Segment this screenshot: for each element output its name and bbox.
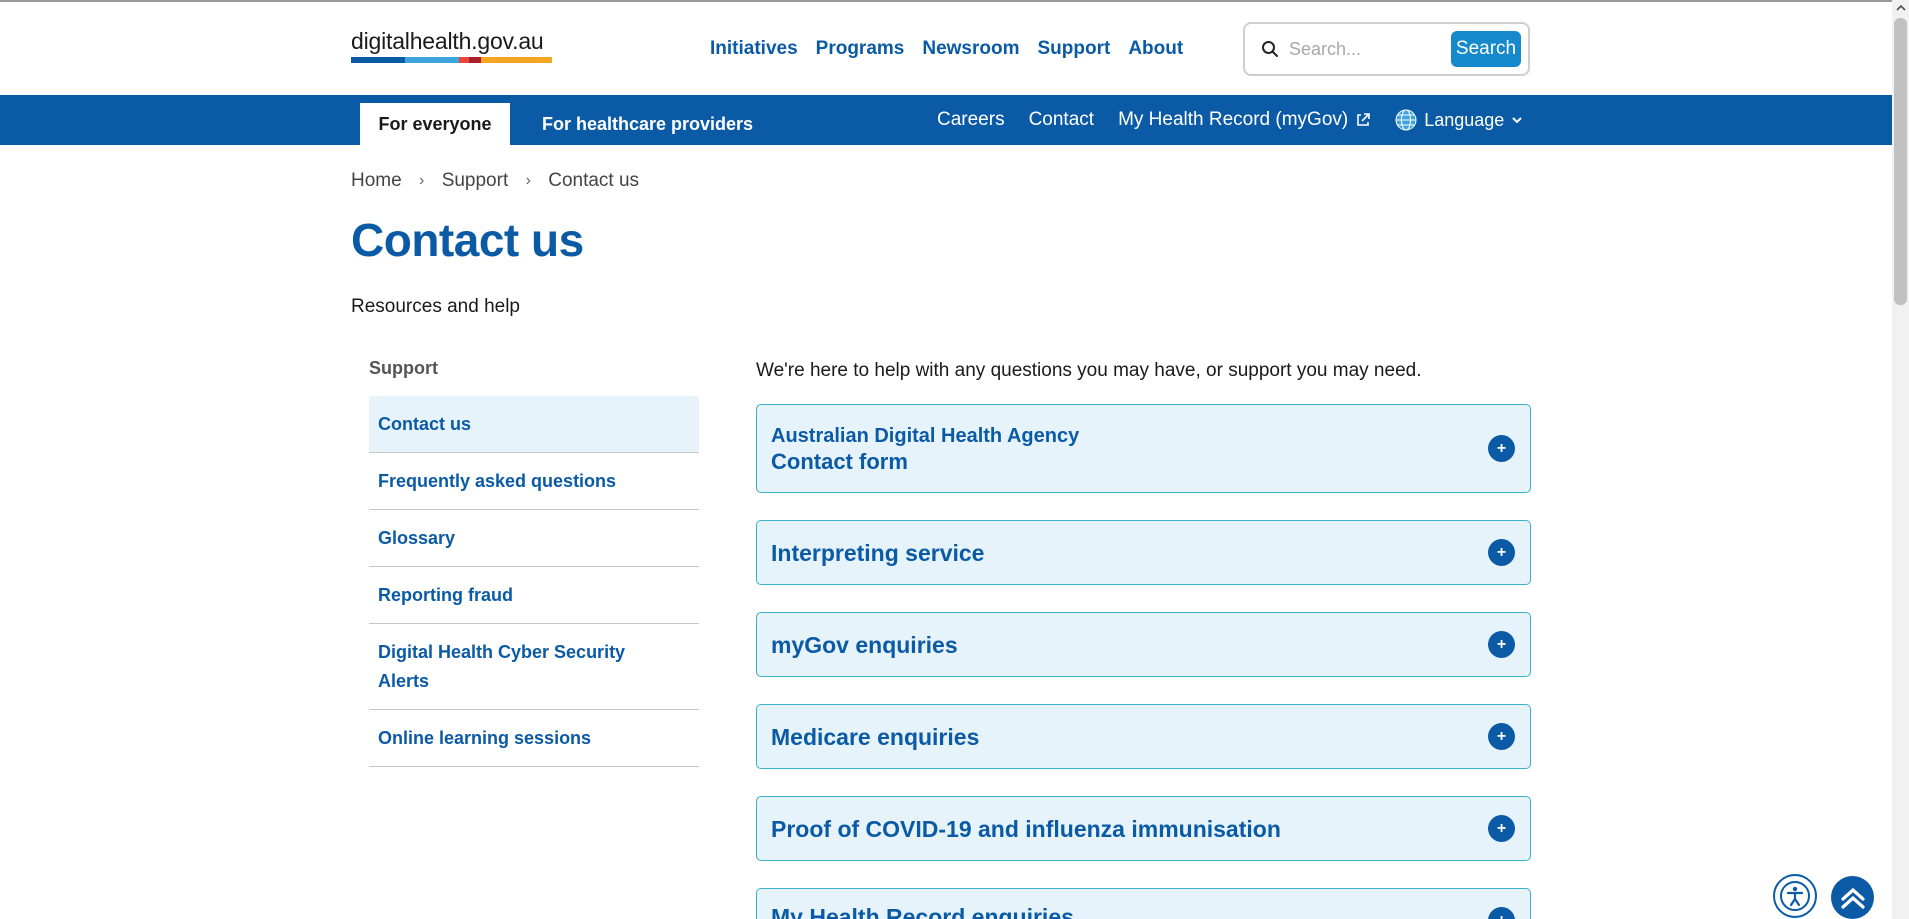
utility-nav: Careers Contact My Health Record (myGov)… [937, 95, 1523, 145]
nav-newsroom[interactable]: Newsroom [922, 38, 1019, 60]
nav-about[interactable]: About [1128, 38, 1183, 60]
accordion-interpreting-service[interactable]: Interpreting service + [756, 520, 1531, 585]
breadcrumb-support[interactable]: Support [442, 170, 509, 192]
sidenav-item-faq[interactable]: Frequently asked questions [369, 453, 699, 510]
chevron-right-icon: › [419, 172, 425, 189]
breadcrumb-home[interactable]: Home [351, 170, 402, 192]
sidenav-item-contact-us[interactable]: Contact us [369, 396, 699, 453]
sidenav-item-online-learning[interactable]: Online learning sessions [369, 710, 699, 767]
language-label: Language [1424, 109, 1505, 130]
back-to-top-button[interactable] [1831, 876, 1874, 919]
search-icon [1262, 41, 1278, 57]
accordion-title: Interpreting service [771, 540, 985, 566]
external-link-icon [1357, 113, 1371, 126]
plus-icon[interactable]: + [1488, 631, 1515, 658]
scrollbar-thumb[interactable] [1894, 18, 1907, 305]
sidenav-item-cyber-security-alerts[interactable]: Digital Health Cyber Security Alerts [369, 624, 699, 710]
accordion-contact-form[interactable]: Australian Digital Health Agency Contact… [756, 404, 1531, 493]
accordion-title: My Health Record enquiries [771, 904, 1074, 919]
accordion-covid-immunisation[interactable]: Proof of COVID-19 and influenza immunisa… [756, 796, 1531, 861]
site-header: digitalhealth.gov.au Initiatives Program… [0, 2, 1892, 95]
tab-for-everyone[interactable]: For everyone [360, 103, 510, 145]
audience-bar: For everyone For healthcare providers Ca… [0, 95, 1892, 145]
accessibility-button[interactable] [1773, 874, 1817, 918]
plus-icon[interactable]: + [1488, 815, 1515, 842]
page-title: Contact us [351, 214, 584, 266]
page-scrollbar[interactable] [1892, 0, 1909, 919]
sidenav-item-reporting-fraud[interactable]: Reporting fraud [369, 567, 699, 624]
link-my-health-record-label: My Health Record (myGov) [1118, 109, 1349, 130]
nav-support[interactable]: Support [1038, 38, 1111, 60]
chevron-right-icon: › [525, 172, 531, 189]
sidenav-title[interactable]: Support [369, 358, 438, 379]
sidenav-item-glossary[interactable]: Glossary [369, 510, 699, 567]
language-selector[interactable]: Language [1395, 109, 1523, 131]
accordion-title-line2: Contact form [771, 449, 908, 474]
link-careers[interactable]: Careers [937, 109, 1005, 131]
breadcrumb-current: Contact us [548, 170, 640, 191]
site-logo[interactable]: digitalhealth.gov.au [351, 28, 544, 55]
accordion-mygov-enquiries[interactable]: myGov enquiries + [756, 612, 1531, 677]
accordion-title: Proof of COVID-19 and influenza immunisa… [771, 816, 1281, 842]
search-button[interactable]: Search [1451, 31, 1521, 67]
nav-programs[interactable]: Programs [816, 38, 905, 60]
plus-icon[interactable]: + [1488, 435, 1515, 462]
logo-color-bar [351, 57, 552, 63]
page-subtitle: Resources and help [351, 296, 520, 317]
accordion-title: Medicare enquiries [771, 724, 980, 750]
sidenav: Contact us Frequently asked questions Gl… [369, 396, 699, 767]
nav-initiatives[interactable]: Initiatives [710, 38, 798, 60]
search-box: Search [1243, 22, 1530, 76]
chevron-down-icon [1512, 117, 1523, 124]
plus-icon[interactable]: + [1488, 907, 1515, 919]
accordion-title: myGov enquiries [771, 632, 958, 658]
intro-text: We're here to help with any questions yo… [756, 360, 1422, 381]
plus-icon[interactable]: + [1488, 539, 1515, 566]
accessibility-icon [1780, 881, 1810, 911]
link-contact-label: Contact [1028, 109, 1095, 130]
link-my-health-record[interactable]: My Health Record (myGov) [1118, 109, 1371, 131]
accordion-medicare-enquiries[interactable]: Medicare enquiries + [756, 704, 1531, 769]
accordion-title-line1: Australian Digital Health Agency [771, 425, 1080, 447]
search-input[interactable] [1289, 34, 1449, 64]
chevron-up-icon [1840, 887, 1865, 909]
globe-icon [1395, 109, 1417, 131]
link-careers-label: Careers [937, 109, 1005, 130]
link-contact[interactable]: Contact [1029, 109, 1094, 131]
tab-for-healthcare-providers[interactable]: For healthcare providers [542, 103, 753, 145]
breadcrumb: Home › Support › Contact us [351, 170, 639, 192]
scroll-up-icon[interactable] [1892, 0, 1909, 16]
plus-icon[interactable]: + [1488, 723, 1515, 750]
accordion-my-health-record[interactable]: My Health Record enquiries + [756, 888, 1531, 919]
main-nav: Initiatives Programs Newsroom Support Ab… [710, 38, 1183, 60]
